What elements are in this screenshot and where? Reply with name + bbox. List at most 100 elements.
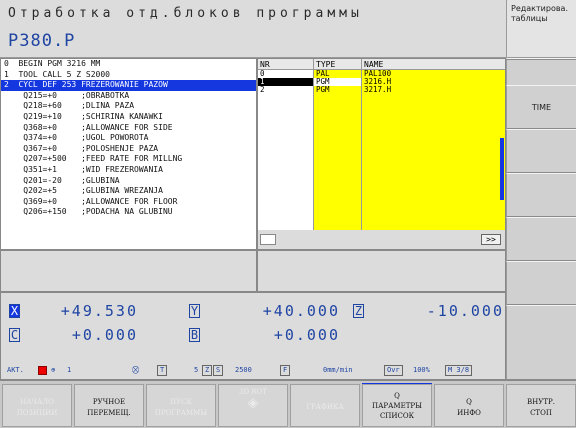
- program-line[interactable]: 1 TOOL CALL 5 Z S2000: [1, 70, 256, 81]
- scroll-right-button[interactable]: >>: [481, 234, 501, 245]
- softkey-label: РУЧНОЕ: [92, 398, 126, 406]
- softkey-label: ПЕРЕМЕЩ.: [87, 409, 131, 417]
- vertical-softkey-bar: TIME: [506, 58, 576, 380]
- axis-value-y: +40.000: [262, 301, 340, 320]
- table-body: 0 1 2 PAL PGM PGM PAL100 3216.H 3217.H: [258, 70, 505, 230]
- softkey-label: ПРОГРАММЫ: [154, 409, 208, 417]
- softkey-label: НАЧАЛО: [20, 398, 54, 406]
- program-line[interactable]: Q351=+1 ;WID FREZEROWANIA: [1, 165, 256, 176]
- horizontal-scrollbar[interactable]: >>: [258, 234, 505, 246]
- softkey-label: Q: [394, 392, 400, 400]
- t-label: T: [157, 365, 168, 376]
- program-line[interactable]: Q206=+150 ;PODACHA NA GLUBINU: [1, 207, 256, 218]
- axis-value-c: +0.000: [71, 325, 138, 344]
- axis-letter-x: X: [9, 303, 20, 318]
- softkey-label: СПИСОК: [379, 412, 415, 420]
- datum-icon: [38, 366, 47, 375]
- table-cell-nr[interactable]: 0: [258, 70, 313, 78]
- softkey-label: СТОП: [530, 409, 552, 417]
- axis-value-b: +0.000: [273, 325, 340, 344]
- table-cell-nr[interactable]: 2: [258, 86, 313, 94]
- table-cell-name[interactable]: 3217.H: [362, 86, 505, 94]
- header-nr: NR: [258, 59, 314, 69]
- crosshair-icon: ⊕: [51, 366, 56, 374]
- axis-value-x: +49.530: [60, 301, 138, 320]
- softkey-3d-rot[interactable]: 3D ROT ◈: [218, 384, 288, 427]
- program-line[interactable]: Q374=+0 ;UGOL POWOROTA: [1, 133, 256, 144]
- softkey-time[interactable]: TIME: [506, 85, 576, 129]
- softkey-label: ПАРАМЕТРЫ: [372, 402, 422, 410]
- program-line[interactable]: Q368=+0 ;ALLOWANCE FOR SIDE: [1, 123, 256, 134]
- softkey-graphics[interactable]: ГРАФИКА: [290, 384, 360, 427]
- horizontal-softkey-bar: НАЧАЛО ПОЗИЦИИ РУЧНОЕ ПЕРЕМЕЩ. ПУСК ПРОГ…: [0, 380, 576, 428]
- program-line[interactable]: Q369=+0 ;ALLOWANCE FOR FLOOR: [1, 197, 256, 208]
- program-listing[interactable]: 0 BEGIN PGM 3216 MM 1 TOOL CALL 5 Z S200…: [0, 58, 257, 250]
- edit-mode-line-2: таблицы: [511, 14, 548, 23]
- axis-c: C +0.000: [9, 325, 138, 344]
- f-value: 0mm/min: [323, 366, 353, 374]
- status-bar: АКТ. ⊕ 1 ⛒ T 5 Z S 2500 F 0mm/min Ovr 10…: [5, 364, 503, 377]
- axis-letter-z: Z: [353, 303, 364, 318]
- tool-icon: ⛒: [132, 366, 140, 374]
- table-cell-type[interactable]: PGM: [314, 86, 361, 94]
- active-softkey-indicator: [500, 138, 504, 200]
- edit-mode-line-1: Редактирова.: [511, 4, 569, 13]
- softkey-right-6[interactable]: [506, 261, 576, 305]
- position-display: X +49.530 Y +40.000 Z -10.000 C +0.000 B…: [0, 292, 506, 380]
- s-label: S: [213, 365, 224, 376]
- softkey-label: ГРАФИКА: [306, 403, 344, 411]
- program-line[interactable]: Q215=+0 ;OBRABOTKA: [1, 91, 256, 102]
- scroll-thumb[interactable]: [260, 234, 276, 245]
- program-line[interactable]: Q207=+500 ;FEED RATE FOR MILLNG: [1, 154, 256, 165]
- axis-letter-y: Y: [189, 303, 200, 318]
- axis-letter-c: C: [9, 327, 20, 342]
- axis-x: X +49.530: [9, 301, 138, 320]
- softkey-label: ПОЗИЦИИ: [16, 409, 58, 417]
- table-cell-nr-current[interactable]: 1: [258, 78, 313, 86]
- softkey-right-3[interactable]: [506, 129, 576, 173]
- nr-column: 0 1 2: [258, 70, 314, 230]
- program-line[interactable]: Q367=+0 ;POLOSHENJE PAZA: [1, 144, 256, 155]
- empty-panel-left: [0, 250, 257, 292]
- akt-label: АКТ.: [7, 366, 24, 374]
- program-line[interactable]: 0 BEGIN PGM 3216 MM: [1, 59, 256, 70]
- softkey-start-position[interactable]: НАЧАЛО ПОЗИЦИИ: [2, 384, 72, 427]
- softkey-manual-traverse[interactable]: РУЧНОЕ ПЕРЕМЕЩ.: [74, 384, 144, 427]
- empty-panel-right: [257, 250, 506, 292]
- softkey-right-5[interactable]: [506, 217, 576, 261]
- softkey-internal-stop[interactable]: ВНУТР. СТОП: [506, 384, 576, 427]
- softkey-right-spacer: [506, 58, 576, 60]
- ovr-label: Ovr: [384, 365, 403, 376]
- edit-mode-indicator[interactable]: Редактирова. таблицы: [506, 0, 576, 58]
- softkey-right-4[interactable]: [506, 173, 576, 217]
- ovr-value: 100%: [413, 366, 430, 374]
- softkey-right-7[interactable]: [506, 305, 576, 380]
- program-name: P380.P: [8, 31, 76, 51]
- softkey-label: Q: [466, 398, 472, 406]
- softkey-label: ИНФО: [457, 409, 481, 417]
- axis-value-z: -10.000: [426, 301, 504, 320]
- program-line[interactable]: Q219=+10 ;SCHIRINA KANAWKI: [1, 112, 256, 123]
- t-value: 5: [194, 366, 199, 374]
- header-type: TYPE: [314, 59, 362, 69]
- program-line-selected[interactable]: 2 CYCL DEF 253 FREZEROWANIE PAZOW: [1, 80, 256, 91]
- program-line[interactable]: Q202=+5 ;GLUBINA WREZANJA: [1, 186, 256, 197]
- program-line[interactable]: Q201=-20 ;GLUBINA: [1, 176, 256, 187]
- softkey-q-info[interactable]: Q ИНФО: [434, 384, 504, 427]
- program-line[interactable]: Q218=+60 ;DLINA PAZA: [1, 101, 256, 112]
- header-bar: Отработка отд.блоков программы P380.P: [0, 0, 506, 58]
- softkey-q-parameter-list[interactable]: Q ПАРАМЕТРЫ СПИСОК: [362, 384, 432, 427]
- softkey-label: ПУСК: [170, 398, 192, 406]
- axis-b: B +0.000: [189, 325, 340, 344]
- s-value: 2500: [235, 366, 252, 374]
- softkey-program-start[interactable]: ПУСК ПРОГРАММЫ: [146, 384, 216, 427]
- axis-y: Y +40.000: [189, 301, 340, 320]
- softkey-label: ВНУТР.: [527, 398, 555, 406]
- mode-title: Отработка отд.блоков программы: [8, 6, 363, 21]
- pallet-table[interactable]: NR TYPE NAME 0 1 2 PAL PGM PGM PAL100 32…: [257, 58, 506, 250]
- 3d-rot-icon: ◈: [247, 395, 259, 411]
- axis-letter-b: B: [189, 327, 200, 342]
- header-name: NAME: [364, 60, 384, 69]
- z-label: Z: [202, 365, 213, 376]
- type-column: PAL PGM PGM: [314, 70, 362, 230]
